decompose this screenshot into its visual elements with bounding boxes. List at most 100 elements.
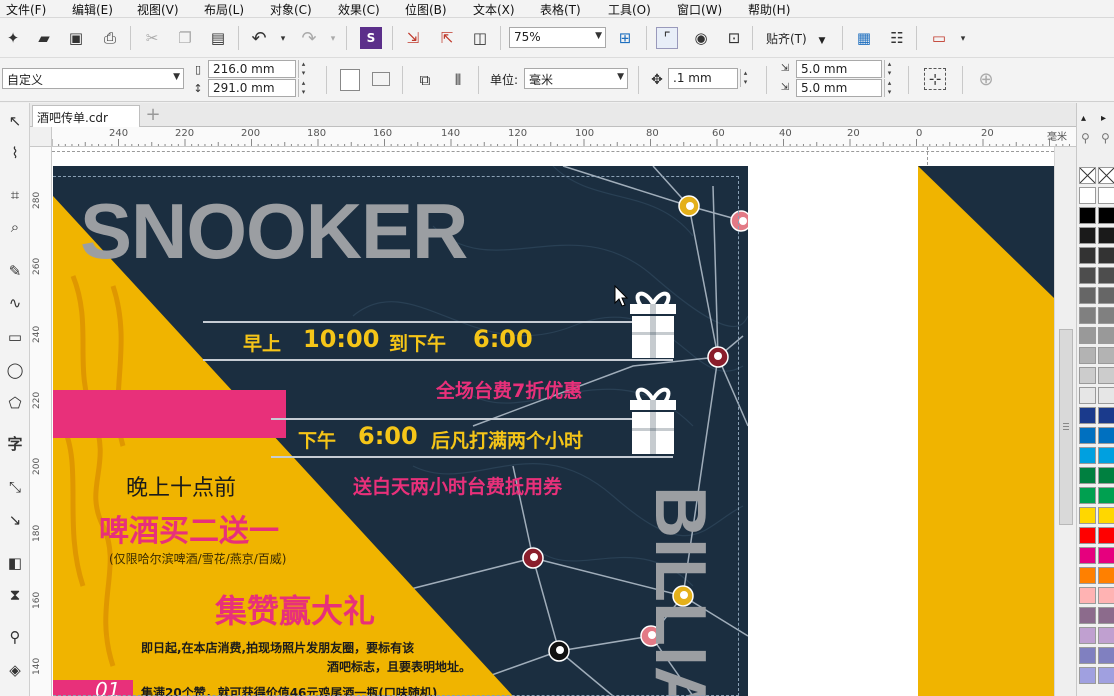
color-swatch[interactable] (1079, 467, 1096, 484)
page-height-field[interactable]: 291.0 mm (208, 79, 296, 97)
color-swatch[interactable] (1079, 227, 1096, 244)
color-swatch[interactable] (1098, 547, 1114, 564)
drawing-canvas[interactable]: SNOOKER 早上 10:00 到下午 6:00 全场台费7折优惠 下午 6:… (52, 147, 1054, 696)
rectangle-tool-icon[interactable]: ▭ (3, 325, 27, 349)
snap-to-dropdown[interactable]: 贴齐(T) ▼ (766, 30, 825, 47)
duplicate-distance-y-field[interactable]: 5.0 mm (796, 79, 882, 97)
flyer-page[interactable]: SNOOKER 早上 10:00 到下午 6:00 全场台费7折优惠 下午 6:… (53, 166, 748, 696)
zoom-fit-icon[interactable]: ⊞ (614, 27, 636, 49)
unit-dropdown[interactable]: 毫米 ▼ (524, 68, 628, 89)
polygon-tool-icon[interactable]: ⬠ (3, 391, 27, 415)
color-swatch[interactable] (1079, 287, 1096, 304)
eyedropper-icon[interactable]: ⚲ (1081, 131, 1090, 145)
print-icon[interactable]: ⎙ (99, 27, 121, 49)
shape-tool-icon[interactable]: ⌇ (3, 141, 27, 165)
add-icon[interactable]: ⊕ (975, 68, 997, 90)
color-swatch[interactable] (1098, 507, 1114, 524)
color-swatch[interactable] (1098, 247, 1114, 264)
save-icon[interactable]: ▣ (65, 27, 87, 49)
color-swatch[interactable] (1079, 607, 1096, 624)
eyedropper-icon[interactable]: ⚲ (3, 625, 27, 649)
new-tab-icon[interactable]: + (142, 106, 164, 126)
crop-tool-icon[interactable]: ⌗ (3, 183, 27, 207)
zoom-tool-icon[interactable]: ⌕ (3, 215, 27, 239)
copy-icon[interactable]: ❐ (174, 27, 196, 49)
color-swatch[interactable] (1079, 387, 1096, 404)
redo-icon[interactable]: ↷ (298, 27, 320, 49)
color-swatch[interactable] (1098, 407, 1114, 424)
new-document-icon[interactable]: ✦ (2, 27, 24, 49)
chevron-down-icon[interactable]: ▾ (952, 28, 974, 50)
publish-pdf-icon[interactable]: ◫ (469, 27, 491, 49)
drop-shadow-icon[interactable]: ◧ (3, 551, 27, 575)
menu-edit[interactable]: 编辑(E) (72, 1, 113, 18)
height-spinner[interactable]: ▴ ▾ (298, 79, 308, 97)
width-spinner[interactable]: ▴ ▾ (298, 60, 308, 78)
color-swatch[interactable] (1098, 367, 1114, 384)
color-swatch[interactable] (1098, 267, 1114, 284)
duplicate-x-spinner[interactable]: ▴ ▾ (884, 60, 894, 78)
cut-icon[interactable]: ✂ (141, 27, 163, 49)
color-swatch[interactable] (1079, 247, 1096, 264)
color-swatch[interactable] (1098, 307, 1114, 324)
guideline[interactable] (52, 151, 1054, 152)
color-swatch[interactable] (1098, 347, 1114, 364)
color-swatch[interactable] (1098, 207, 1114, 224)
color-swatch[interactable] (1079, 427, 1096, 444)
color-swatch[interactable] (1079, 647, 1096, 664)
eyedropper-icon[interactable]: ⚲ (1101, 131, 1110, 145)
redo-dropdown-icon[interactable]: ▾ (322, 28, 344, 50)
color-swatch[interactable] (1079, 267, 1096, 284)
color-swatch[interactable] (1098, 467, 1114, 484)
page-width-field[interactable]: 216.0 mm (208, 60, 296, 78)
menu-effects[interactable]: 效果(C) (338, 1, 380, 18)
app-launcher-icon[interactable]: ☷ (886, 27, 908, 49)
color-swatch[interactable] (1098, 287, 1114, 304)
search-content-icon[interactable]: S (360, 27, 382, 49)
landscape-icon[interactable] (372, 72, 390, 86)
menu-layout[interactable]: 布局(L) (204, 1, 244, 18)
show-guidelines-icon[interactable]: ⊡ (723, 27, 745, 49)
color-swatch[interactable] (1079, 567, 1096, 584)
freehand-tool-icon[interactable]: ✎ (3, 259, 27, 283)
nudge-distance-field[interactable]: .1 mm (668, 68, 738, 89)
menu-tools[interactable]: 工具(O) (608, 1, 651, 18)
no-color-swatch[interactable] (1079, 167, 1096, 184)
menu-window[interactable]: 窗口(W) (677, 1, 722, 18)
parallel-dimension-icon[interactable]: ⤡ (3, 475, 27, 499)
artistic-media-icon[interactable]: ∿ (3, 291, 27, 315)
color-swatch[interactable] (1079, 327, 1096, 344)
ruler-origin[interactable] (30, 127, 52, 147)
undo-icon[interactable]: ↶ (248, 27, 270, 49)
back-yellow-shape[interactable] (918, 166, 1054, 696)
view-mode-icon[interactable]: ◉ (690, 27, 712, 49)
zoom-level-dropdown[interactable]: 75% ▼ (509, 27, 606, 48)
show-rulers-icon[interactable]: ⌜ (656, 27, 678, 49)
color-swatch[interactable] (1079, 207, 1096, 224)
duplicate-y-spinner[interactable]: ▴ ▾ (884, 79, 894, 97)
color-swatch[interactable] (1098, 567, 1114, 584)
menu-view[interactable]: 视图(V) (137, 1, 179, 18)
color-swatch[interactable] (1079, 447, 1096, 464)
color-swatch[interactable] (1079, 347, 1096, 364)
nudge-spinner[interactable]: ▴ ▾ (740, 69, 750, 87)
welcome-screen-icon[interactable]: ▭ (928, 27, 950, 49)
page-preset-dropdown[interactable]: 自定义 ▼ (2, 68, 184, 89)
color-swatch[interactable] (1098, 447, 1114, 464)
tab-document[interactable]: 酒吧传单.cdr (32, 105, 140, 127)
import-icon[interactable]: ⇲ (402, 27, 424, 49)
undo-dropdown-icon[interactable]: ▾ (272, 28, 294, 50)
color-swatch[interactable] (1098, 527, 1114, 544)
color-swatch[interactable] (1098, 587, 1114, 604)
menu-table[interactable]: 表格(T) (540, 1, 581, 18)
connector-tool-icon[interactable]: ↘ (3, 508, 27, 532)
palette-scroll-up-icon[interactable]: ▴ (1081, 113, 1086, 124)
text-tool-icon[interactable]: 字 (3, 431, 27, 455)
vertical-scrollbar[interactable] (1054, 147, 1076, 696)
color-swatch[interactable] (1079, 587, 1096, 604)
open-folder-icon[interactable]: ▰ (33, 27, 55, 49)
color-swatch[interactable] (1079, 367, 1096, 384)
color-swatch[interactable] (1079, 527, 1096, 544)
transparency-icon[interactable]: ⧗ (3, 583, 27, 607)
menu-bitmap[interactable]: 位图(B) (405, 1, 447, 18)
